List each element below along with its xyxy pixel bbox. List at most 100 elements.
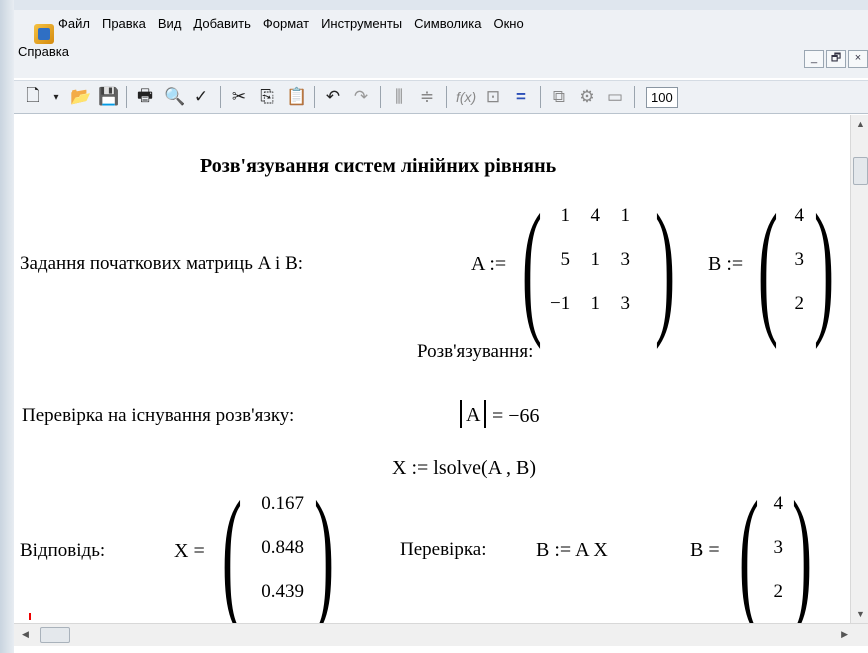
determinant-expr: A — [466, 404, 481, 426]
align-down-icon[interactable]: ≑ — [418, 87, 436, 107]
matrix-B-result: 4 3 2 — [757, 493, 787, 603]
A-assign: A := — [471, 253, 507, 275]
scroll-down-arrow-icon[interactable]: ▼ — [856, 609, 865, 619]
window-top-border — [0, 0, 868, 10]
matrix-B: 4 3 2 — [778, 205, 808, 315]
spell-check-icon[interactable]: ✓ — [192, 87, 210, 107]
matrix-X-cell: 0.848 — [261, 537, 304, 558]
menu-format[interactable]: Формат — [263, 16, 309, 31]
scroll-right-arrow-icon[interactable]: ▶ — [841, 629, 848, 640]
matrix-B-left-paren: ( — [758, 184, 778, 350]
toolbar-separator — [314, 86, 315, 108]
matrix-A-cell: 3 — [620, 249, 631, 270]
cut-icon[interactable]: ✂ — [230, 87, 248, 107]
matrix-B-result-cell: 4 — [773, 493, 784, 514]
menu-window[interactable]: Окно — [493, 16, 523, 31]
menu-tools[interactable]: Инструменты — [321, 16, 402, 31]
worksheet[interactable]: Розв'язування систем лінійних рівнянь За… — [14, 115, 850, 629]
determinant-result: = −66 — [492, 405, 540, 427]
window-left-border — [0, 0, 14, 653]
restore-button[interactable]: 🗗 — [826, 50, 846, 68]
print-icon[interactable]: 🖶 — [136, 83, 154, 112]
copy-icon[interactable]: ⎘ — [258, 87, 276, 107]
answer-label: Відповідь: — [20, 540, 106, 561]
verify-label: Перевірка: — [400, 539, 487, 560]
matrix-A-cell: 4 — [590, 205, 601, 226]
matrix-A-cell: 3 — [620, 293, 631, 314]
B-assign: B := — [708, 253, 744, 275]
paste-icon[interactable]: 📋 — [286, 87, 307, 107]
abs-bar-right — [484, 400, 486, 428]
matrix-A-cell: 1 — [560, 205, 571, 226]
menu-help[interactable]: Справка — [18, 44, 69, 59]
align-across-icon[interactable]: ⫼ — [390, 87, 408, 107]
menu-row-1: Файл Правка Вид Добавить Формат Инструме… — [14, 12, 868, 34]
matrix-B-result-right-paren: ) — [792, 471, 812, 637]
X-equals: X = — [174, 540, 205, 562]
print-preview-icon[interactable]: 🔍 — [164, 87, 185, 107]
matrix-B-cell: 3 — [794, 249, 805, 270]
cursor-crosshair — [29, 613, 31, 620]
existence-check-label: Перевірка на існування розв'язку: — [22, 405, 295, 426]
horizontal-scrollbar[interactable]: ◀ ▶ — [14, 623, 868, 646]
component-wizard-icon[interactable]: ⧉ — [550, 87, 568, 107]
vertical-scroll-thumb[interactable] — [853, 157, 868, 185]
open-folder-icon[interactable]: 📂 — [70, 87, 91, 107]
matrix-X-right-paren: ) — [314, 471, 334, 637]
menu-bar: Файл Правка Вид Добавить Формат Инструме… — [14, 10, 868, 78]
resource-center-icon[interactable]: ⚙ — [578, 87, 596, 107]
menu-insert[interactable]: Добавить — [193, 16, 250, 31]
matrix-A-cell: −1 — [550, 293, 571, 314]
matrix-A-left-paren: ( — [522, 184, 542, 350]
vertical-scrollbar[interactable]: ▲ ▼ — [850, 115, 868, 623]
menu-view[interactable]: Вид — [158, 16, 182, 31]
scroll-up-arrow-icon[interactable]: ▲ — [856, 119, 865, 129]
solving-label: Розв'язування: — [417, 341, 534, 362]
minimize-button[interactable]: _ — [804, 50, 824, 68]
zoom-select[interactable]: 100 — [646, 86, 678, 108]
matrix-A-right-paren: ) — [655, 184, 675, 350]
calculate-icon[interactable]: = — [512, 87, 530, 107]
lsolve-expression: X := lsolve(A , B) — [392, 457, 537, 479]
verify-expression: B := A X — [536, 539, 608, 561]
insert-region-icon[interactable]: ▭ — [606, 87, 624, 107]
matrix-A-cell: 1 — [590, 293, 601, 314]
matrix-A-cell: 5 — [560, 249, 571, 270]
matrix-B-result-cell: 3 — [773, 537, 784, 558]
close-button[interactable]: × — [848, 50, 868, 68]
matrix-B-cell: 4 — [794, 205, 805, 226]
toolbar-separator — [446, 86, 447, 108]
matrix-X: 0.167 0.848 0.439 — [238, 493, 308, 603]
matrix-A: 1 4 1 5 1 3 −1 1 3 — [546, 205, 634, 315]
standard-toolbar: 🗋 ▾ 📂 💾 🖶 🔍 ✓ ✂ ⎘ 📋 ↶ ↷ ⫼ ≑ f(x) ⊡ = ⧉ ⚙… — [14, 80, 868, 114]
mathcad-app-icon[interactable] — [34, 24, 54, 44]
toolbar-separator — [380, 86, 381, 108]
matrix-X-cell: 0.167 — [261, 493, 304, 514]
new-dropdown-icon[interactable]: ▾ — [52, 92, 60, 103]
menu-file[interactable]: Файл — [58, 16, 90, 31]
B-equals: B = — [690, 539, 720, 561]
document-window-buttons: _ 🗗 × — [804, 50, 868, 68]
matrix-B-result-left-paren: ( — [739, 471, 759, 637]
toolbar-separator — [126, 86, 127, 108]
toolbar-separator — [540, 86, 541, 108]
horizontal-scroll-thumb[interactable] — [40, 627, 70, 643]
new-document-icon[interactable]: 🗋 — [24, 83, 42, 112]
matrix-B-right-paren: ) — [814, 184, 834, 350]
abs-bar-left — [460, 400, 462, 428]
init-label: Задання початкових матриць A i B: — [20, 253, 304, 274]
menu-symbolics[interactable]: Символика — [414, 16, 481, 31]
matrix-B-result-cell: 2 — [773, 581, 784, 602]
toolbar-separator — [220, 86, 221, 108]
insert-function-icon[interactable]: f(x) — [456, 89, 476, 105]
matrix-A-cell: 1 — [590, 249, 601, 270]
menu-edit[interactable]: Правка — [102, 16, 146, 31]
undo-icon[interactable]: ↶ — [324, 87, 342, 107]
save-icon[interactable]: 💾 — [98, 87, 119, 107]
matrix-X-cell: 0.439 — [261, 581, 304, 602]
scroll-left-arrow-icon[interactable]: ◀ — [22, 629, 29, 640]
menu-row-2: Справка — [14, 40, 868, 62]
insert-unit-icon[interactable]: ⊡ — [484, 87, 502, 107]
toolbar-separator — [634, 86, 635, 108]
redo-icon[interactable]: ↷ — [352, 87, 370, 107]
